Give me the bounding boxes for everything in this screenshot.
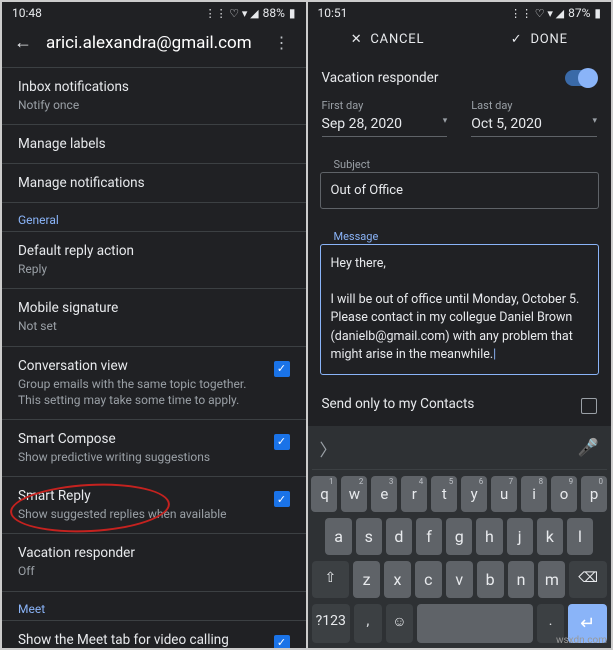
key-y[interactable]: y6 bbox=[461, 476, 487, 512]
key-m[interactable]: m bbox=[538, 561, 565, 598]
settings-item[interactable]: Conversation viewGroup emails with the s… bbox=[2, 346, 306, 419]
checkbox[interactable]: ✓ bbox=[274, 635, 290, 649]
settings-item[interactable]: Vacation responderOff bbox=[2, 533, 306, 590]
dropdown-icon: ▾ bbox=[592, 116, 597, 132]
action-bar: ✕ CANCEL ✓ DONE bbox=[308, 22, 612, 59]
message-field[interactable]: Message Hey there, I will be out of offi… bbox=[320, 225, 600, 375]
vacation-toggle[interactable] bbox=[565, 70, 597, 86]
key-a[interactable]: a bbox=[325, 518, 351, 555]
key-n[interactable]: n bbox=[508, 561, 535, 598]
overflow-menu-icon[interactable]: ⋮ bbox=[270, 33, 294, 52]
battery-icon: ▮ bbox=[594, 6, 601, 20]
dropdown-icon: ▾ bbox=[443, 116, 448, 132]
suggestion-bar: 〉 🎤 bbox=[312, 432, 608, 470]
key-r[interactable]: r4 bbox=[401, 476, 427, 512]
app-bar: ← arici.alexandra@gmail.com ⋮ bbox=[2, 22, 306, 67]
vacation-responder-screen: 10:51 ⋮⋮ ♡ ▾ ◢ 87% ▮ ✕ CANCEL ✓ DONE Vac… bbox=[308, 2, 612, 648]
close-icon: ✕ bbox=[351, 32, 363, 47]
key-v[interactable]: v bbox=[446, 561, 473, 598]
key-u[interactable]: u7 bbox=[491, 476, 517, 512]
last-day-field[interactable]: Last day Oct 5, 2020▾ bbox=[471, 99, 597, 137]
key-k[interactable]: k bbox=[537, 518, 563, 555]
key-comma[interactable]: , bbox=[354, 604, 382, 643]
checkbox[interactable]: ✓ bbox=[274, 361, 290, 377]
key-z[interactable]: z bbox=[353, 561, 380, 598]
key-space[interactable] bbox=[417, 604, 533, 643]
mic-icon[interactable]: 🎤 bbox=[578, 438, 599, 458]
status-time: 10:48 bbox=[12, 6, 42, 20]
watermark: wsxdn.com bbox=[556, 635, 607, 646]
key-i[interactable]: i8 bbox=[521, 476, 547, 512]
keyboard: 〉 🎤 q1w2e3r4t5y6u7i8o9p0 asdfghjkl ⇧zxcv… bbox=[308, 426, 612, 648]
key-g[interactable]: g bbox=[446, 518, 472, 555]
key-e[interactable]: e3 bbox=[371, 476, 397, 512]
page-title: arici.alexandra@gmail.com bbox=[46, 33, 256, 53]
key-p[interactable]: p0 bbox=[581, 476, 607, 512]
vacation-toggle-row: Vacation responder bbox=[308, 59, 612, 97]
key-b[interactable]: b bbox=[477, 561, 504, 598]
key-t[interactable]: t5 bbox=[431, 476, 457, 512]
key-symbols[interactable]: ?123 bbox=[312, 604, 351, 643]
battery-icon: ▮ bbox=[289, 6, 296, 20]
contacts-checkbox[interactable] bbox=[581, 398, 597, 414]
checkbox[interactable]: ✓ bbox=[274, 434, 290, 450]
status-battery: 88% bbox=[263, 6, 285, 20]
checkbox[interactable]: ✓ bbox=[274, 491, 290, 507]
expand-icon[interactable]: 〉 bbox=[320, 436, 337, 461]
status-time: 10:51 bbox=[318, 6, 348, 20]
section-header-meet: Meet bbox=[2, 591, 306, 620]
settings-item[interactable]: Inbox notificationsNotify once bbox=[2, 67, 306, 124]
send-only-contacts-row[interactable]: Send only to my Contacts bbox=[308, 383, 612, 426]
key-q[interactable]: q1 bbox=[311, 476, 337, 512]
settings-item[interactable]: Smart ComposeShow predictive writing sug… bbox=[2, 419, 306, 476]
key-backspace[interactable]: ⌫ bbox=[569, 561, 607, 598]
key-l[interactable]: l bbox=[567, 518, 593, 555]
key-h[interactable]: h bbox=[476, 518, 502, 555]
check-icon: ✓ bbox=[511, 32, 523, 47]
key-x[interactable]: x bbox=[384, 561, 411, 598]
settings-item[interactable]: Manage labels bbox=[2, 124, 306, 163]
status-battery: 87% bbox=[568, 6, 590, 20]
cancel-button[interactable]: ✕ CANCEL bbox=[351, 32, 425, 47]
settings-list: Inbox notificationsNotify onceManage lab… bbox=[2, 67, 306, 648]
status-icons: ⋮⋮ ♡ ▾ ◢ bbox=[205, 7, 259, 20]
subject-field[interactable]: Subject Out of Office bbox=[320, 153, 600, 209]
section-header-general: General bbox=[2, 202, 306, 231]
status-bar: 10:48 ⋮⋮ ♡ ▾ ◢ 88% ▮ bbox=[2, 2, 306, 22]
key-w[interactable]: w2 bbox=[341, 476, 367, 512]
vacation-toggle-label: Vacation responder bbox=[322, 70, 439, 86]
back-icon[interactable]: ← bbox=[14, 32, 32, 53]
key-j[interactable]: j bbox=[507, 518, 533, 555]
key-o[interactable]: o9 bbox=[551, 476, 577, 512]
done-button[interactable]: ✓ DONE bbox=[511, 32, 568, 47]
key-d[interactable]: d bbox=[386, 518, 412, 555]
key-c[interactable]: c bbox=[415, 561, 442, 598]
settings-item[interactable]: Smart ReplyShow suggested replies when a… bbox=[2, 476, 306, 533]
settings-item[interactable]: Show the Meet tab for video calling✓ bbox=[2, 620, 306, 649]
date-range: First day Sep 28, 2020▾ Last day Oct 5, … bbox=[308, 97, 612, 145]
key-emoji[interactable]: ☺ bbox=[386, 604, 414, 643]
settings-screen: 10:48 ⋮⋮ ♡ ▾ ◢ 88% ▮ ← arici.alexandra@g… bbox=[2, 2, 306, 648]
status-bar: 10:51 ⋮⋮ ♡ ▾ ◢ 87% ▮ bbox=[308, 2, 612, 22]
first-day-field[interactable]: First day Sep 28, 2020▾ bbox=[322, 99, 448, 137]
status-icons: ⋮⋮ ♡ ▾ ◢ bbox=[510, 7, 564, 20]
key-s[interactable]: s bbox=[356, 518, 382, 555]
key-shift[interactable]: ⇧ bbox=[312, 561, 350, 598]
settings-item[interactable]: Mobile signatureNot set bbox=[2, 288, 306, 345]
settings-item[interactable]: Default reply actionReply bbox=[2, 231, 306, 288]
settings-item[interactable]: Manage notifications bbox=[2, 163, 306, 202]
key-f[interactable]: f bbox=[416, 518, 442, 555]
